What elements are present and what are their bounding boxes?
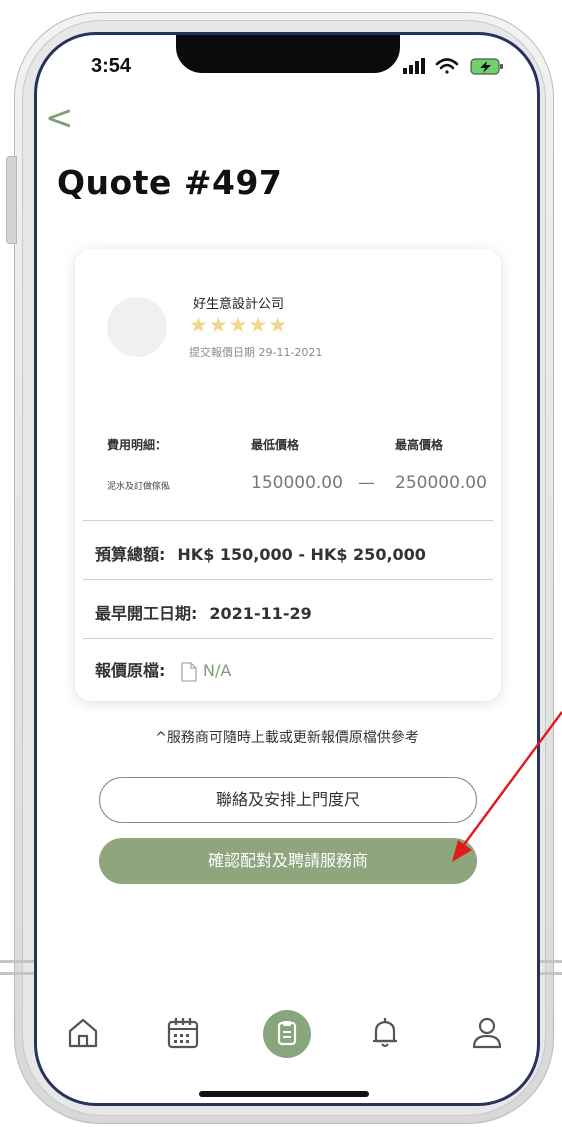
- back-button[interactable]: <: [45, 101, 74, 135]
- min-price-header: 最低價格: [251, 438, 300, 452]
- price-separator: —: [358, 473, 375, 493]
- quote-card: 好生意設計公司 ★★★★★ 提交報價日期 29-11-2021 費用明細： 最低…: [75, 249, 501, 701]
- frame-line-left: [0, 960, 36, 963]
- divider: [83, 638, 493, 639]
- calendar-icon[interactable]: [165, 1015, 201, 1051]
- start-date-value: 2021-11-29: [209, 604, 312, 623]
- start-date-label: 最早開工日期:: [95, 604, 198, 623]
- user-icon[interactable]: [469, 1015, 505, 1051]
- budget-label: 預算總額:: [95, 545, 166, 564]
- contact-button[interactable]: 聯絡及安排上門度尺: [99, 777, 477, 823]
- file-row: 報價原檔: N/A: [95, 657, 231, 682]
- budget-value: HK$ 150,000 - HK$ 250,000: [177, 545, 426, 564]
- side-button: [6, 156, 17, 244]
- document-icon[interactable]: [181, 661, 197, 682]
- start-date-row: 最早開工日期: 2021-11-29: [95, 600, 312, 624]
- home-icon[interactable]: [65, 1015, 101, 1051]
- max-price: 250000.00: [395, 473, 487, 493]
- home-indicator: [199, 1091, 369, 1097]
- notch: [176, 35, 400, 73]
- battery-icon: [470, 58, 503, 75]
- signal-icon: [403, 58, 425, 74]
- upload-note: ^服務商可隨時上載或更新報價原檔供參考: [155, 730, 419, 746]
- phone-screen: 3:54 < Quote #497 好生意設計公司 ★★★★★ 提交報價日期 2…: [34, 32, 540, 1106]
- divider: [83, 579, 493, 580]
- status-icons: [403, 58, 503, 75]
- confirm-button[interactable]: 確認配對及聘請服務商: [99, 838, 477, 884]
- fee-header: 費用明細：: [107, 438, 168, 452]
- avatar: [107, 297, 167, 357]
- file-label: 報價原檔:: [95, 661, 166, 680]
- page-title: Quote #497: [57, 163, 283, 202]
- item-name: 泥水及訂做傢俬: [107, 482, 171, 492]
- budget-row: 預算總額: HK$ 150,000 - HK$ 250,000: [95, 541, 426, 565]
- wifi-icon: [435, 58, 459, 74]
- nav-active-bg[interactable]: [263, 1010, 311, 1058]
- company-name: 好生意設計公司: [193, 297, 285, 312]
- submit-date: 提交報價日期 29-11-2021: [189, 346, 323, 359]
- frame-line-left-2: [0, 972, 36, 975]
- max-price-header: 最高價格: [395, 438, 444, 452]
- status-time: 3:54: [91, 55, 132, 77]
- rating-stars: ★★★★★: [189, 313, 289, 337]
- min-price: 150000.00: [251, 473, 343, 493]
- divider: [83, 520, 493, 521]
- bell-icon[interactable]: [367, 1015, 403, 1051]
- clipboard-icon[interactable]: [263, 1010, 311, 1058]
- file-value[interactable]: N/A: [203, 661, 231, 680]
